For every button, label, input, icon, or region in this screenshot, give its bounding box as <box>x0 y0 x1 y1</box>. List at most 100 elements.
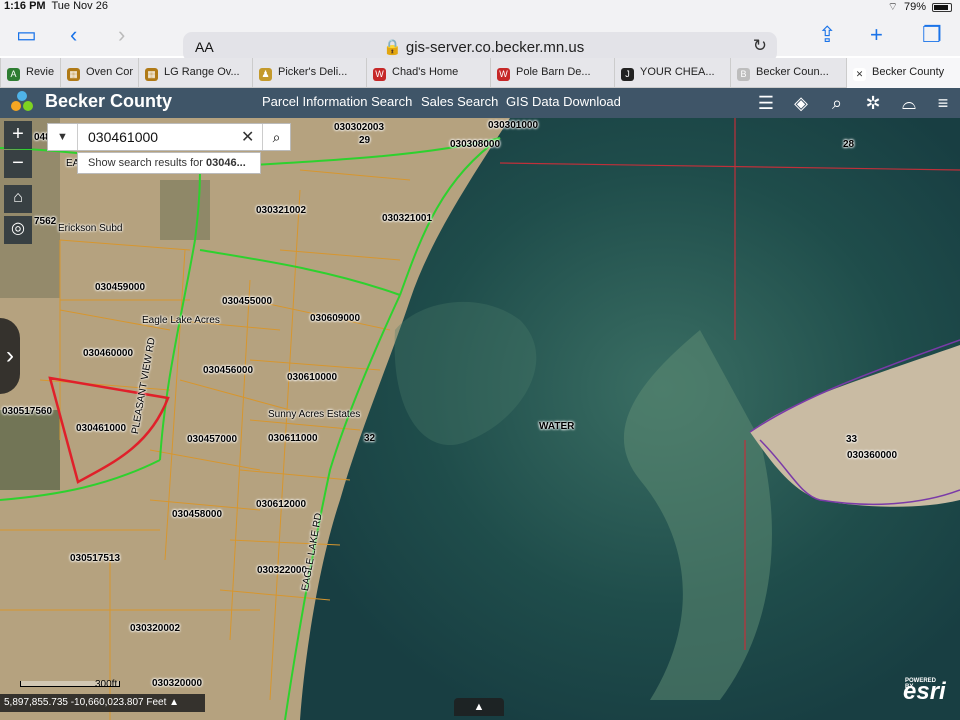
wifi-icon: ⌔ <box>887 1 898 13</box>
tab-bar: A Revie ▦ Oven Cor ▦ LG Range Ov... ♟ Picker's … <box>0 58 960 88</box>
app-title: Becker County <box>45 91 173 111</box>
tab-8[interactable]: ✕ Becker County <box>846 58 960 88</box>
parcel-label: 030457000 <box>187 434 238 445</box>
tab-favicon-icon: ▦ <box>67 68 80 81</box>
share-icon[interactable]: ⇪ <box>818 22 836 48</box>
attribute-table-toggle[interactable]: ▲ <box>454 698 504 716</box>
forward-icon[interactable]: › <box>118 22 125 48</box>
tab-6[interactable]: J YOUR CHEA... <box>614 58 728 88</box>
text-size-button[interactable]: AA <box>195 39 214 55</box>
road-number-label: 32 <box>364 433 376 444</box>
tab-7[interactable]: B Becker Coun... <box>730 58 844 88</box>
parcel-label: 030459000 <box>95 282 146 293</box>
tab-favicon-icon: W <box>497 68 510 81</box>
reload-icon[interactable]: ↻ <box>753 36 767 56</box>
parcel-label: 030321002 <box>256 205 307 216</box>
parcel-label: 030458000 <box>172 509 223 520</box>
subdivision-label: Sunny Acres Estates <box>268 409 361 420</box>
tab-favicon-icon: B <box>737 68 750 81</box>
tab-label: Becker County <box>872 66 945 78</box>
list-icon[interactable]: ☰ <box>753 90 779 116</box>
battery-icon <box>932 2 952 12</box>
search-icon[interactable]: ⌕ <box>262 124 290 150</box>
tab-3[interactable]: ♟ Picker's Deli... <box>252 58 364 88</box>
url-text: 🔒 gis-server.co.becker.mn.us <box>383 39 585 56</box>
esri-logo: POWERED BY esri <box>903 678 946 706</box>
search-suggestion[interactable]: Show search results for 03046... <box>77 152 261 174</box>
tab-label: Chad's Home <box>392 66 459 78</box>
coordinate-toggle-icon[interactable]: ▲ <box>169 697 179 708</box>
parcel-label: 030322000 <box>257 565 308 576</box>
tab-label: Pole Barn De... <box>516 66 591 78</box>
nav-parcel-search[interactable]: Parcel Information Search <box>262 94 412 109</box>
sidebar-icon[interactable]: ▭ <box>16 22 37 48</box>
search-source-dropdown[interactable]: ▼ <box>48 124 78 150</box>
parcel-label: 030320000 <box>152 678 203 689</box>
tab-favicon-icon: J <box>621 68 634 81</box>
zoom-in-button[interactable]: + <box>4 121 32 149</box>
zoom-out-button[interactable]: − <box>4 150 32 178</box>
tab-1[interactable]: ▦ Oven Cor <box>60 58 136 88</box>
subdivision-label: Eagle Lake Acres <box>142 315 220 326</box>
parcel-label: 28 <box>843 139 855 150</box>
parcel-label: 030611000 <box>268 433 318 444</box>
status-bar: 1:16 PM Tue Nov 26 ⌔ 79% <box>0 0 960 14</box>
new-tab-icon[interactable]: + <box>870 22 883 48</box>
parcel-label: 030302003 <box>334 122 385 133</box>
tab-4[interactable]: W Chad's Home <box>366 58 488 88</box>
battery-percent: 79% <box>903 1 926 13</box>
tab-5[interactable]: W Pole Barn De... <box>490 58 612 88</box>
basemap-gallery-icon[interactable]: ✲ <box>860 90 886 116</box>
query-icon[interactable]: ⌕ <box>824 90 850 116</box>
tab-favicon-icon: A <box>7 68 20 81</box>
nav-sales-search[interactable]: Sales Search <box>421 94 498 109</box>
tab-label: Oven Cor <box>86 66 134 78</box>
browser-toolbar: ▭ ‹ › AA 🔒 gis-server.co.becker.mn.us ↻ … <box>0 14 960 62</box>
tab-favicon-icon: ▦ <box>145 68 158 81</box>
tab-favicon-icon: ✕ <box>853 68 866 81</box>
parcel-label: 030360000 <box>847 450 898 461</box>
nav-gis-download[interactable]: GIS Data Download <box>506 94 621 109</box>
water-label: WATER <box>539 421 575 432</box>
parcel-label: 030517560 <box>2 406 53 417</box>
parcel-label: 7562 <box>34 216 57 227</box>
parcel-label: 030301000 <box>488 120 539 131</box>
parcel-label: 030456000 <box>203 365 254 376</box>
tab-favicon-icon: W <box>373 68 386 81</box>
parcel-label: 030455000 <box>222 296 273 307</box>
layers-icon[interactable]: ◈ <box>788 90 814 116</box>
tab-favicon-icon: ♟ <box>259 68 272 81</box>
panel-expand-button[interactable]: › <box>0 318 20 394</box>
measure-icon[interactable]: ⌓ <box>896 90 922 116</box>
powered-by-label: POWERED BY <box>905 678 937 690</box>
tab-0[interactable]: A Revie <box>0 58 58 88</box>
back-icon[interactable]: ‹ <box>70 22 77 48</box>
tab-label: YOUR CHEA... <box>640 66 715 78</box>
parcel-label: 030320002 <box>130 623 181 634</box>
tab-2[interactable]: ▦ LG Range Ov... <box>138 58 250 88</box>
status-time-date: 1:16 PM Tue Nov 26 <box>4 0 108 12</box>
tab-label: LG Range Ov... <box>164 66 240 78</box>
app-header: Becker County Parcel Information Search … <box>0 88 960 118</box>
parcel-label: 030321001 <box>382 213 433 224</box>
parcel-label: 33 <box>846 434 858 445</box>
county-logo-icon <box>11 91 33 111</box>
parcel-label: 030517513 <box>70 553 121 564</box>
home-button[interactable]: ⌂ <box>4 185 32 213</box>
subdivision-label: Erickson Subd <box>58 223 123 234</box>
selected-parcel-label: 030461000 <box>76 423 127 434</box>
tab-label: Revie <box>26 66 55 78</box>
scale-label: 300ft <box>95 679 118 690</box>
parcel-search-box: ▼ 030461000 ✕ ⌕ <box>47 123 291 151</box>
parcel-label: 29 <box>359 135 371 146</box>
search-input[interactable]: 030461000 <box>88 129 158 145</box>
tabs-overview-icon[interactable]: ❐ <box>922 22 942 48</box>
coordinate-readout: 5,897,855.735 -10,660,023.807 Feet ▲ <box>0 694 205 712</box>
clear-icon[interactable]: ✕ <box>241 127 254 147</box>
scale-bar: 300ft <box>20 679 120 690</box>
map-view[interactable]: 030302003 29 030301000 030308000 0303210… <box>0 118 960 720</box>
menu-icon[interactable]: ≡ <box>930 90 956 116</box>
tab-label: Picker's Deli... <box>278 66 348 78</box>
locate-button[interactable]: ◎ <box>4 216 32 244</box>
parcel-label: 030612000 <box>256 499 307 510</box>
